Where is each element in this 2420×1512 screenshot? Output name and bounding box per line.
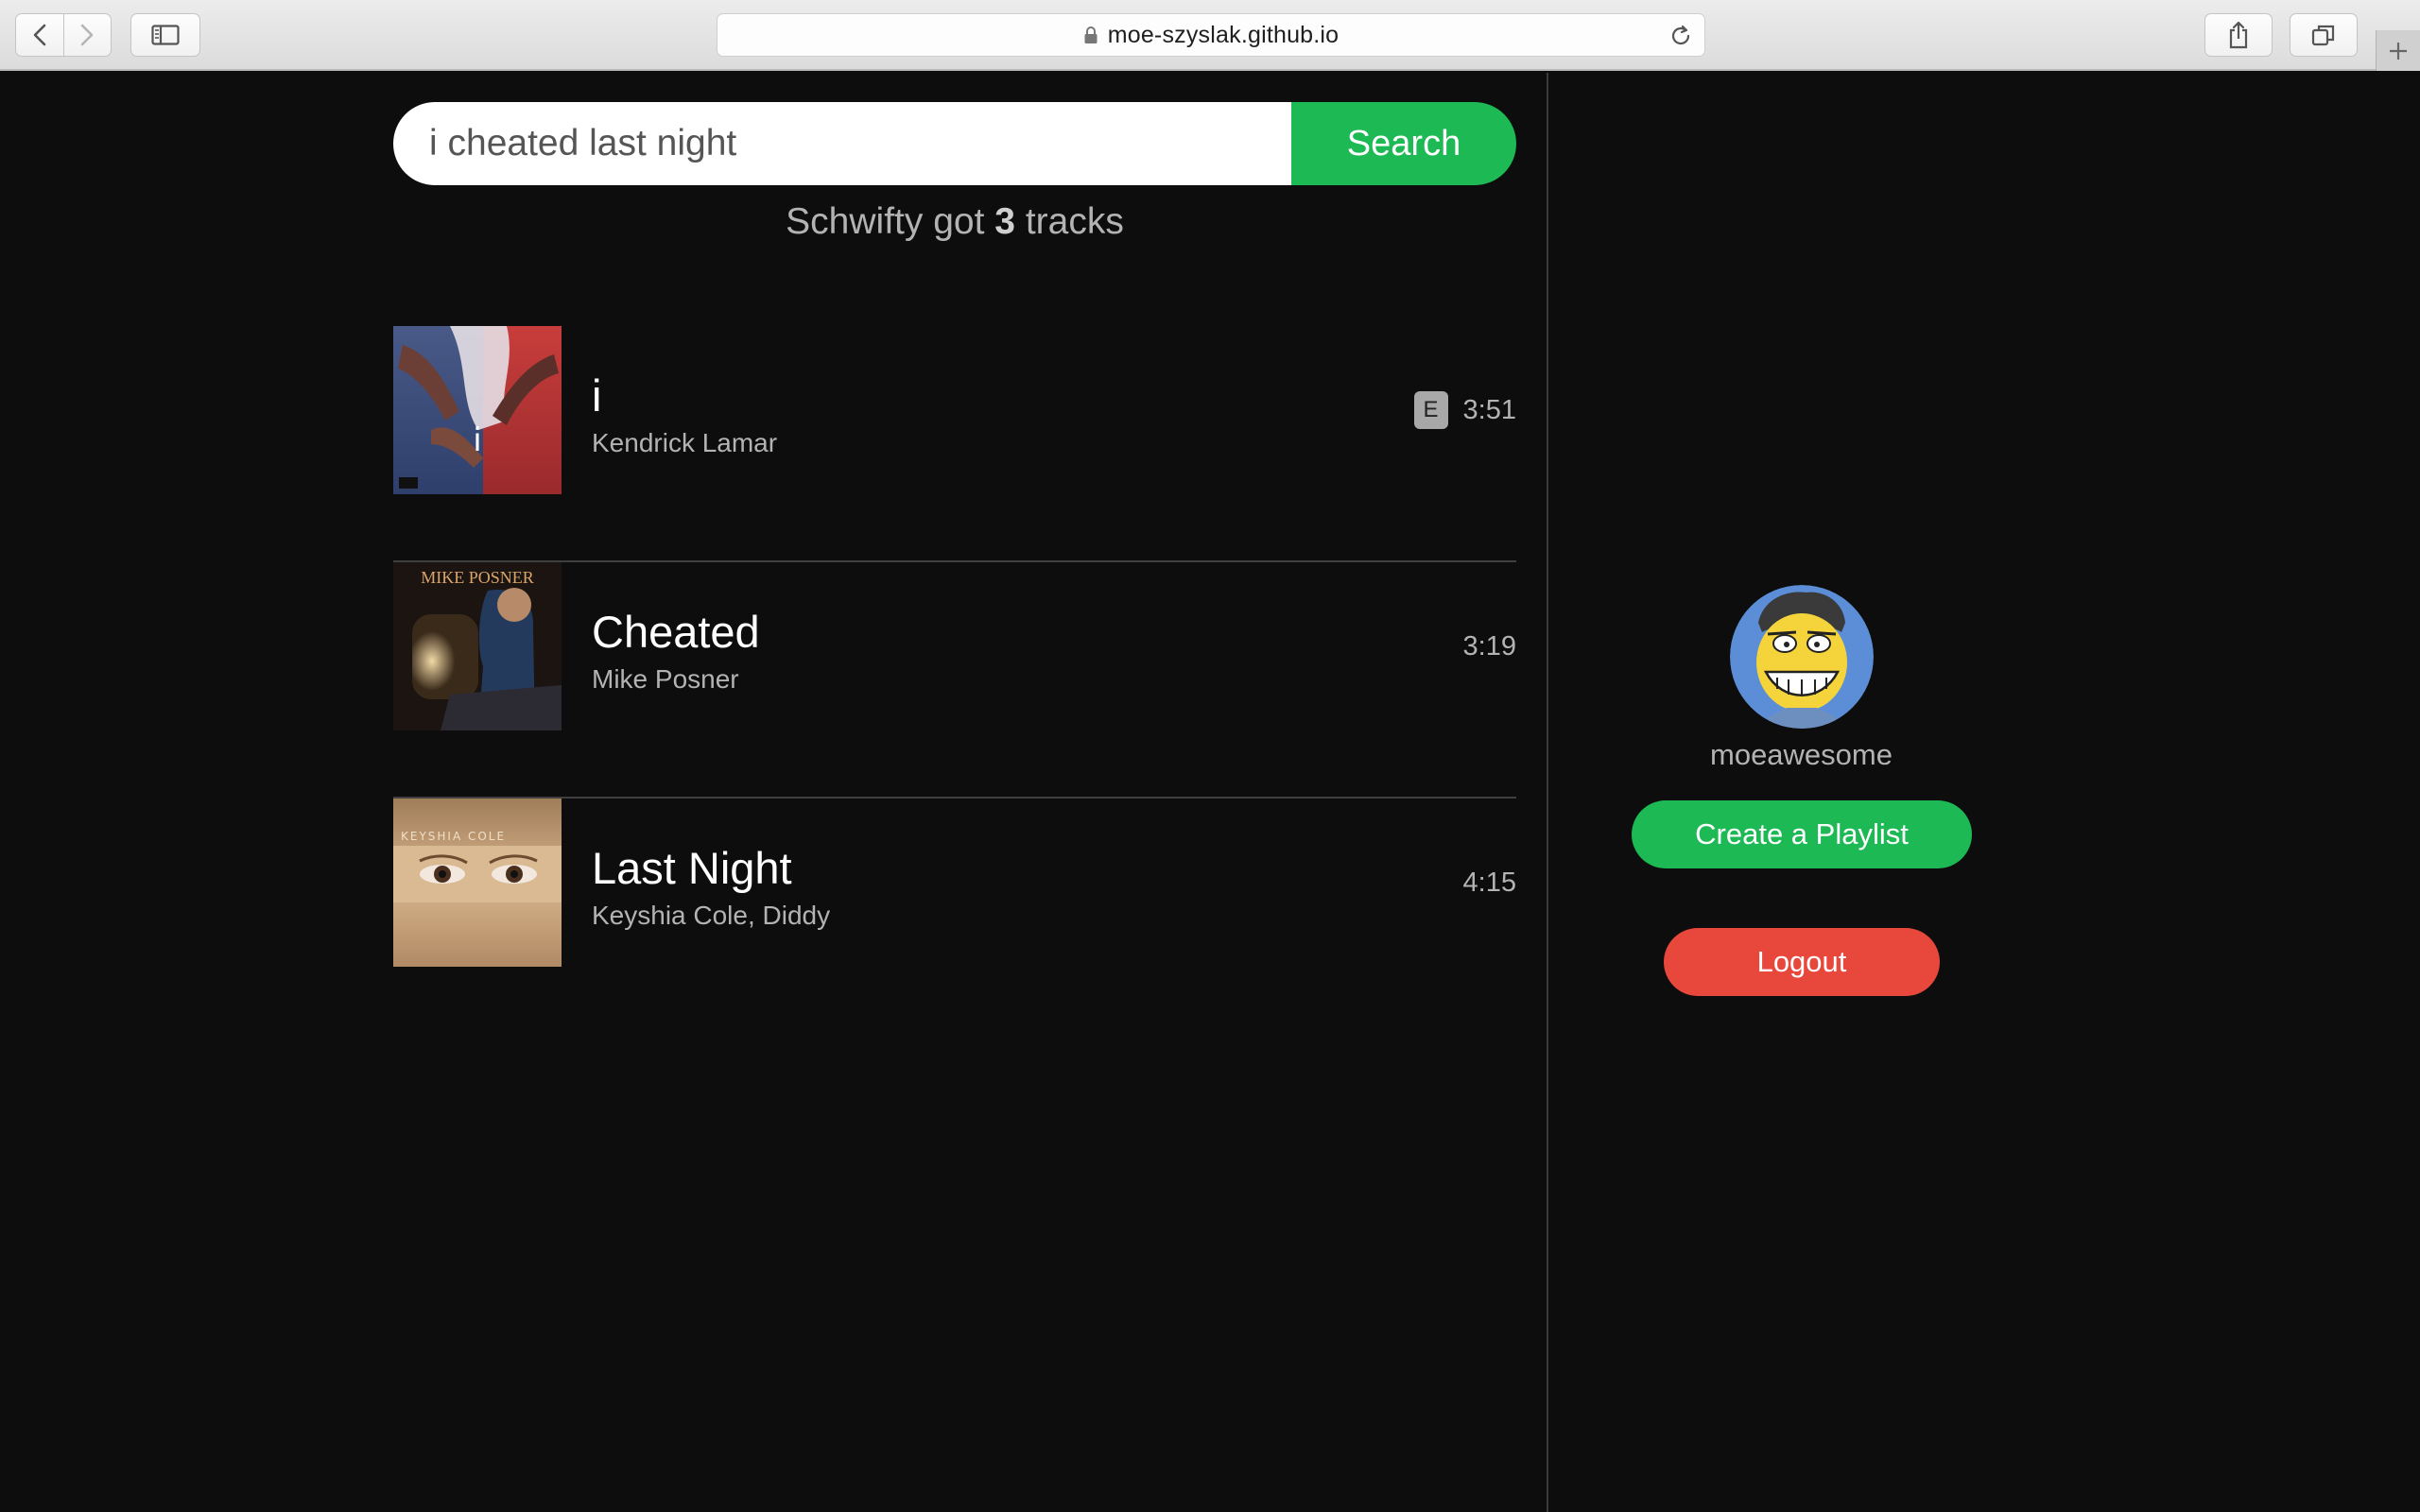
- album-cover: KEYSHIA COLE: [393, 799, 562, 967]
- track-artist: Kendrick Lamar: [592, 428, 778, 457]
- cover-artist-text: KEYSHIA COLE: [401, 830, 506, 843]
- track-artist: Mike Posner: [592, 664, 739, 694]
- logout-button[interactable]: Logout: [1664, 928, 1940, 996]
- back-button[interactable]: [16, 14, 63, 56]
- chevron-right-icon: [81, 24, 94, 46]
- track-meta: 3:19: [1463, 627, 1516, 666]
- explicit-badge: E: [1413, 391, 1448, 429]
- search-input[interactable]: [393, 102, 1291, 185]
- cover-artist-text: MIKE POSNER: [421, 568, 534, 587]
- track-row[interactable]: i i Kendrick Lamar E 3:51: [393, 326, 1516, 562]
- profile-pane: moeawesome Create a Playlist Logout: [1548, 73, 2420, 1512]
- create-playlist-button[interactable]: Create a Playlist: [1632, 800, 1972, 868]
- track-duration: 3:51: [1462, 394, 1516, 425]
- summary-prefix: Schwifty got: [786, 201, 985, 242]
- plus-icon: [2390, 42, 2407, 60]
- avatar: [1730, 585, 1874, 729]
- browser-toolbar: moe-szyslak.github.io: [0, 0, 2420, 71]
- album-cover: MIKE POSNER: [393, 562, 562, 730]
- sidebar-icon: [151, 25, 180, 45]
- tabs-icon: [2311, 25, 2335, 46]
- track-meta: E 3:51: [1413, 390, 1516, 430]
- search-pane: Search Schwifty got 3 tracks: [0, 73, 1547, 1512]
- reload-icon[interactable]: [1668, 24, 1693, 48]
- track-row[interactable]: KEYSHIA COLE Last Night Keyshia Cole, Di…: [393, 799, 1516, 1035]
- new-tab-button[interactable]: [2376, 30, 2420, 71]
- tab-overview-button[interactable]: [2290, 13, 2358, 57]
- track-list: i i Kendrick Lamar E 3:51 MIKE POSNER Ch…: [393, 326, 1516, 1035]
- share-button[interactable]: [2204, 13, 2273, 57]
- track-duration: 3:19: [1462, 630, 1516, 662]
- track-title: Last Night: [592, 843, 792, 893]
- album-cover: i: [393, 326, 562, 494]
- url-text: moe-szyslak.github.io: [1107, 21, 1340, 48]
- chevron-left-icon: [33, 24, 46, 46]
- search-bar: Search: [393, 102, 1516, 185]
- summary-suffix: tracks: [1025, 201, 1124, 242]
- share-icon: [2229, 21, 2248, 49]
- svg-text:i: i: [473, 421, 481, 459]
- track-duration: 4:15: [1462, 867, 1516, 898]
- history-nav: [15, 13, 112, 57]
- track-artist: Keyshia Cole, Diddy: [592, 901, 831, 930]
- track-count: 3: [994, 201, 1015, 242]
- track-title: Cheated: [592, 607, 760, 657]
- track-title: i: [592, 370, 602, 421]
- username: moeawesome: [1710, 738, 1893, 771]
- result-summary: Schwifty got 3 tracks: [393, 201, 1516, 243]
- address-bar[interactable]: moe-szyslak.github.io: [717, 13, 1705, 57]
- sidebar-toggle-button[interactable]: [130, 13, 200, 57]
- search-button[interactable]: Search: [1291, 102, 1516, 185]
- lock-icon: [1084, 26, 1098, 43]
- track-row[interactable]: MIKE POSNER Cheated Mike Posner 3:19: [393, 562, 1516, 799]
- track-meta: 4:15: [1463, 863, 1516, 902]
- forward-button[interactable]: [62, 14, 111, 56]
